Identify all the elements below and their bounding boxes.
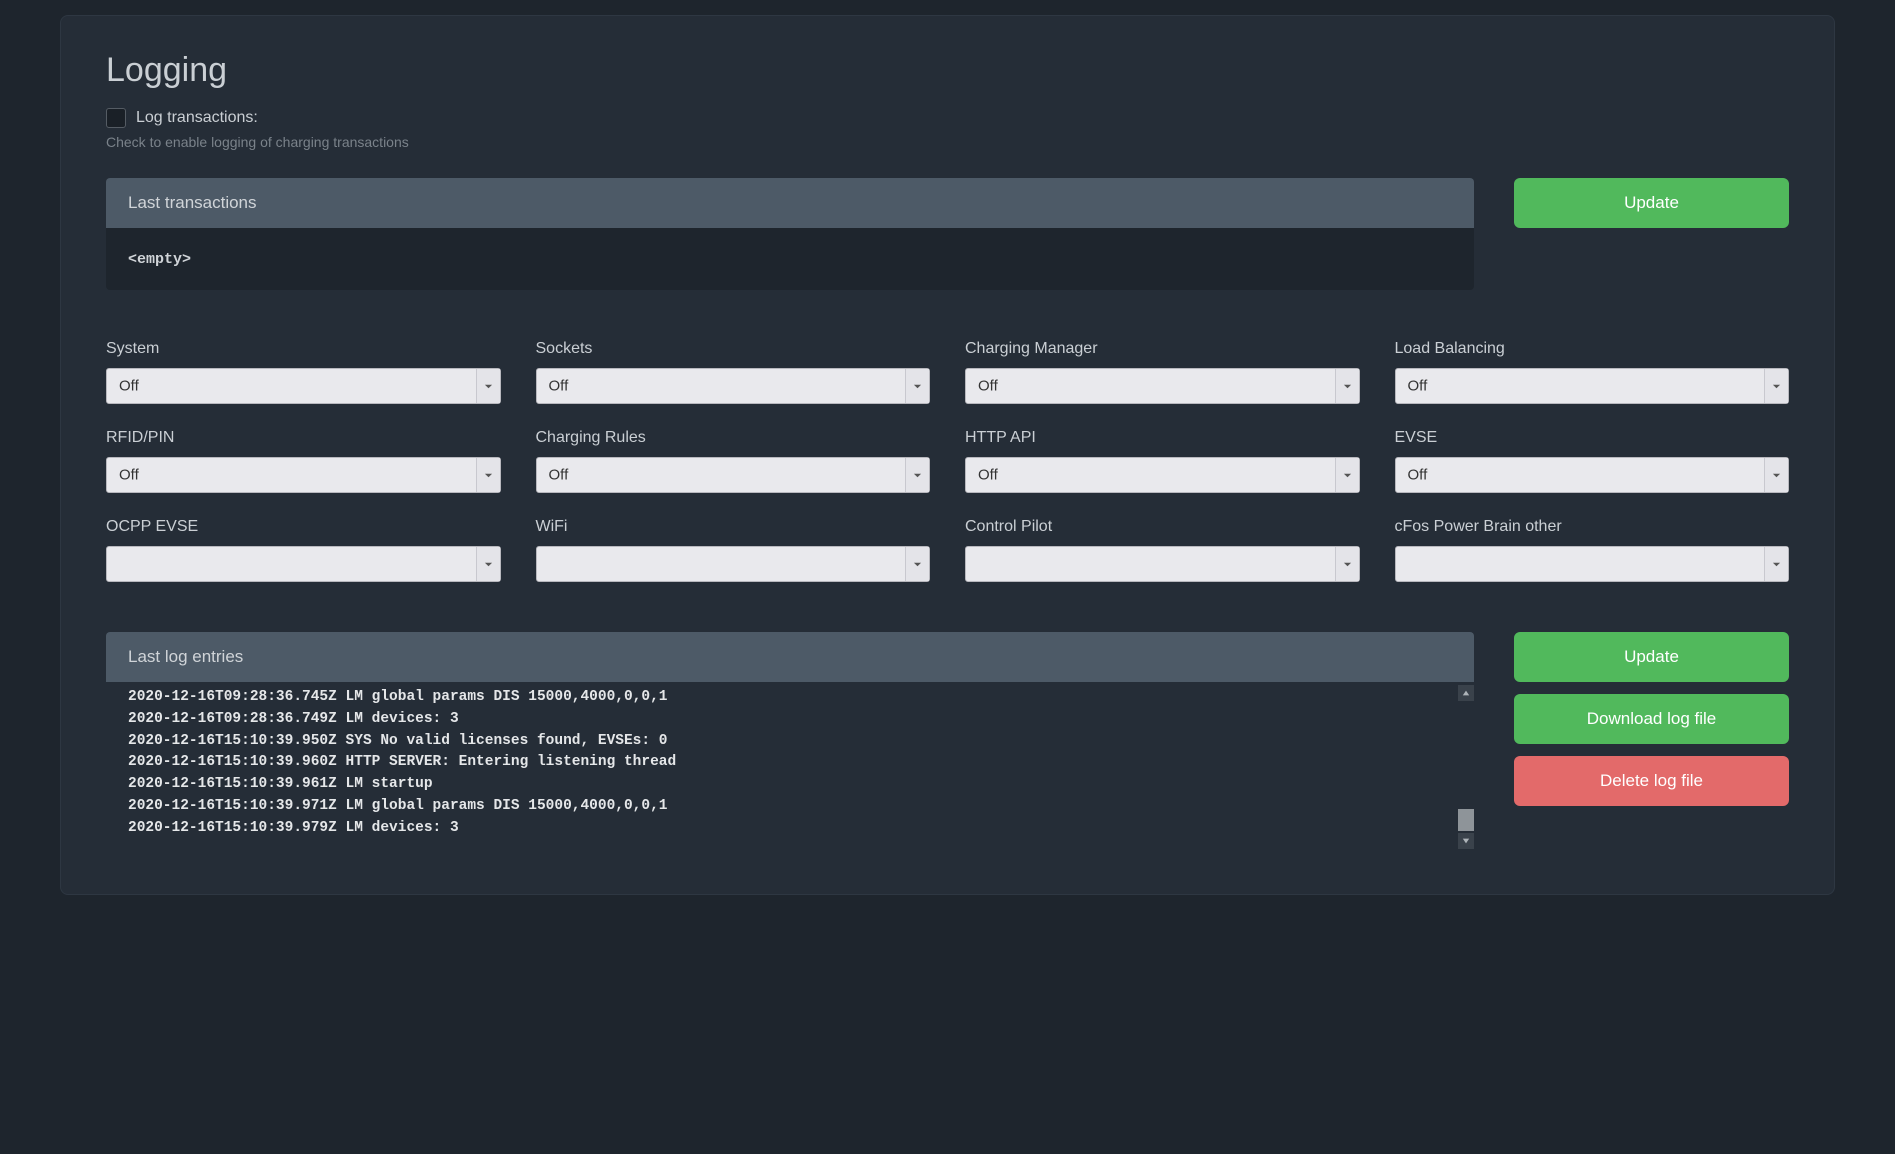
log-line: 2020-12-16T15:10:39.971Z LM global param… [128,796,1452,818]
last-log-panel: Last log entries 2020-12-16T09:28:36.745… [106,632,1474,849]
select-control[interactable]: Off [1395,368,1790,404]
select-block: Charging Rules Off [536,429,931,493]
chevron-down-icon [476,369,500,403]
select-value: Off [549,467,569,484]
select-block: Charging Manager Off [965,340,1360,404]
last-transactions-panel: Last transactions <empty> [106,178,1474,290]
download-log-button[interactable]: Download log file [1514,694,1789,744]
log-side-col: Update Download log file Delete log file [1514,632,1789,849]
select-control[interactable] [106,546,501,582]
select-label: Charging Manager [965,340,1360,358]
log-line: 2020-12-16T15:10:39.950Z SYS No valid li… [128,731,1452,753]
select-block: System Off [106,340,501,404]
select-value: Off [1408,378,1428,395]
chevron-down-icon [905,369,929,403]
log-scrollbar[interactable] [1458,685,1474,849]
select-value: Off [119,378,139,395]
logging-card: Logging Log transactions: Check to enabl… [60,15,1835,895]
select-value: Off [978,467,998,484]
select-block: cFos Power Brain other [1395,518,1790,582]
select-label: HTTP API [965,429,1360,447]
log-line: 2020-12-16T15:10:39.960Z HTTP SERVER: En… [128,752,1452,774]
log-transactions-helper: Check to enable logging of charging tran… [106,134,1789,150]
select-control[interactable]: Off [536,368,931,404]
chevron-down-icon [905,547,929,581]
last-log-header: Last log entries [106,632,1474,682]
select-block: Load Balancing Off [1395,340,1790,404]
select-control[interactable]: Off [1395,457,1790,493]
chevron-down-icon [1764,369,1788,403]
log-transactions-label: Log transactions: [136,109,258,127]
last-transactions-body: <empty> [106,228,1474,290]
select-value: Off [1408,467,1428,484]
select-label: cFos Power Brain other [1395,518,1790,536]
select-block: Control Pilot [965,518,1360,582]
scroll-down-icon[interactable] [1458,833,1474,849]
log-level-selects-grid: SystemOffSocketsOffCharging ManagerOffLo… [106,340,1789,582]
select-value: Off [119,467,139,484]
select-control[interactable]: Off [536,457,931,493]
scroll-thumb[interactable] [1458,809,1474,831]
log-line: 2020-12-16T09:28:36.749Z LM devices: 3 [128,709,1452,731]
transactions-row: Last transactions <empty> Update [106,178,1789,290]
transactions-side-col: Update [1514,178,1789,290]
select-label: RFID/PIN [106,429,501,447]
update-transactions-button[interactable]: Update [1514,178,1789,228]
select-control[interactable] [1395,546,1790,582]
select-label: Charging Rules [536,429,931,447]
select-label: OCPP EVSE [106,518,501,536]
select-value: Off [549,378,569,395]
log-row: Last log entries 2020-12-16T09:28:36.745… [106,632,1789,849]
select-label: Sockets [536,340,931,358]
log-transactions-row: Log transactions: [106,108,1789,128]
select-block: RFID/PIN Off [106,429,501,493]
delete-log-button[interactable]: Delete log file [1514,756,1789,806]
chevron-down-icon [476,547,500,581]
select-block: EVSE Off [1395,429,1790,493]
select-control[interactable] [536,546,931,582]
select-value: Off [978,378,998,395]
log-line: 2020-12-16T15:10:39.979Z LM devices: 3 [128,818,1452,840]
log-transactions-checkbox[interactable] [106,108,126,128]
scroll-up-icon[interactable] [1458,685,1474,701]
chevron-down-icon [1764,547,1788,581]
select-control[interactable]: Off [106,368,501,404]
select-label: Control Pilot [965,518,1360,536]
select-label: Load Balancing [1395,340,1790,358]
last-transactions-body-text: <empty> [128,251,191,268]
chevron-down-icon [1335,458,1359,492]
select-block: HTTP API Off [965,429,1360,493]
select-control[interactable] [965,546,1360,582]
chevron-down-icon [1335,369,1359,403]
select-block: Sockets Off [536,340,931,404]
select-block: OCPP EVSE [106,518,501,582]
update-log-button[interactable]: Update [1514,632,1789,682]
log-line: 2020-12-16T09:28:36.745Z LM global param… [128,687,1452,709]
last-log-body[interactable]: 2020-12-16T09:28:36.745Z LM global param… [106,682,1474,849]
chevron-down-icon [476,458,500,492]
select-label: EVSE [1395,429,1790,447]
last-transactions-header: Last transactions [106,178,1474,228]
select-label: WiFi [536,518,931,536]
select-block: WiFi [536,518,931,582]
chevron-down-icon [905,458,929,492]
select-control[interactable]: Off [965,368,1360,404]
page-title: Logging [106,51,1789,90]
select-label: System [106,340,501,358]
select-control[interactable]: Off [965,457,1360,493]
log-line: 2020-12-16T15:10:39.961Z LM startup [128,774,1452,796]
chevron-down-icon [1764,458,1788,492]
chevron-down-icon [1335,547,1359,581]
select-control[interactable]: Off [106,457,501,493]
